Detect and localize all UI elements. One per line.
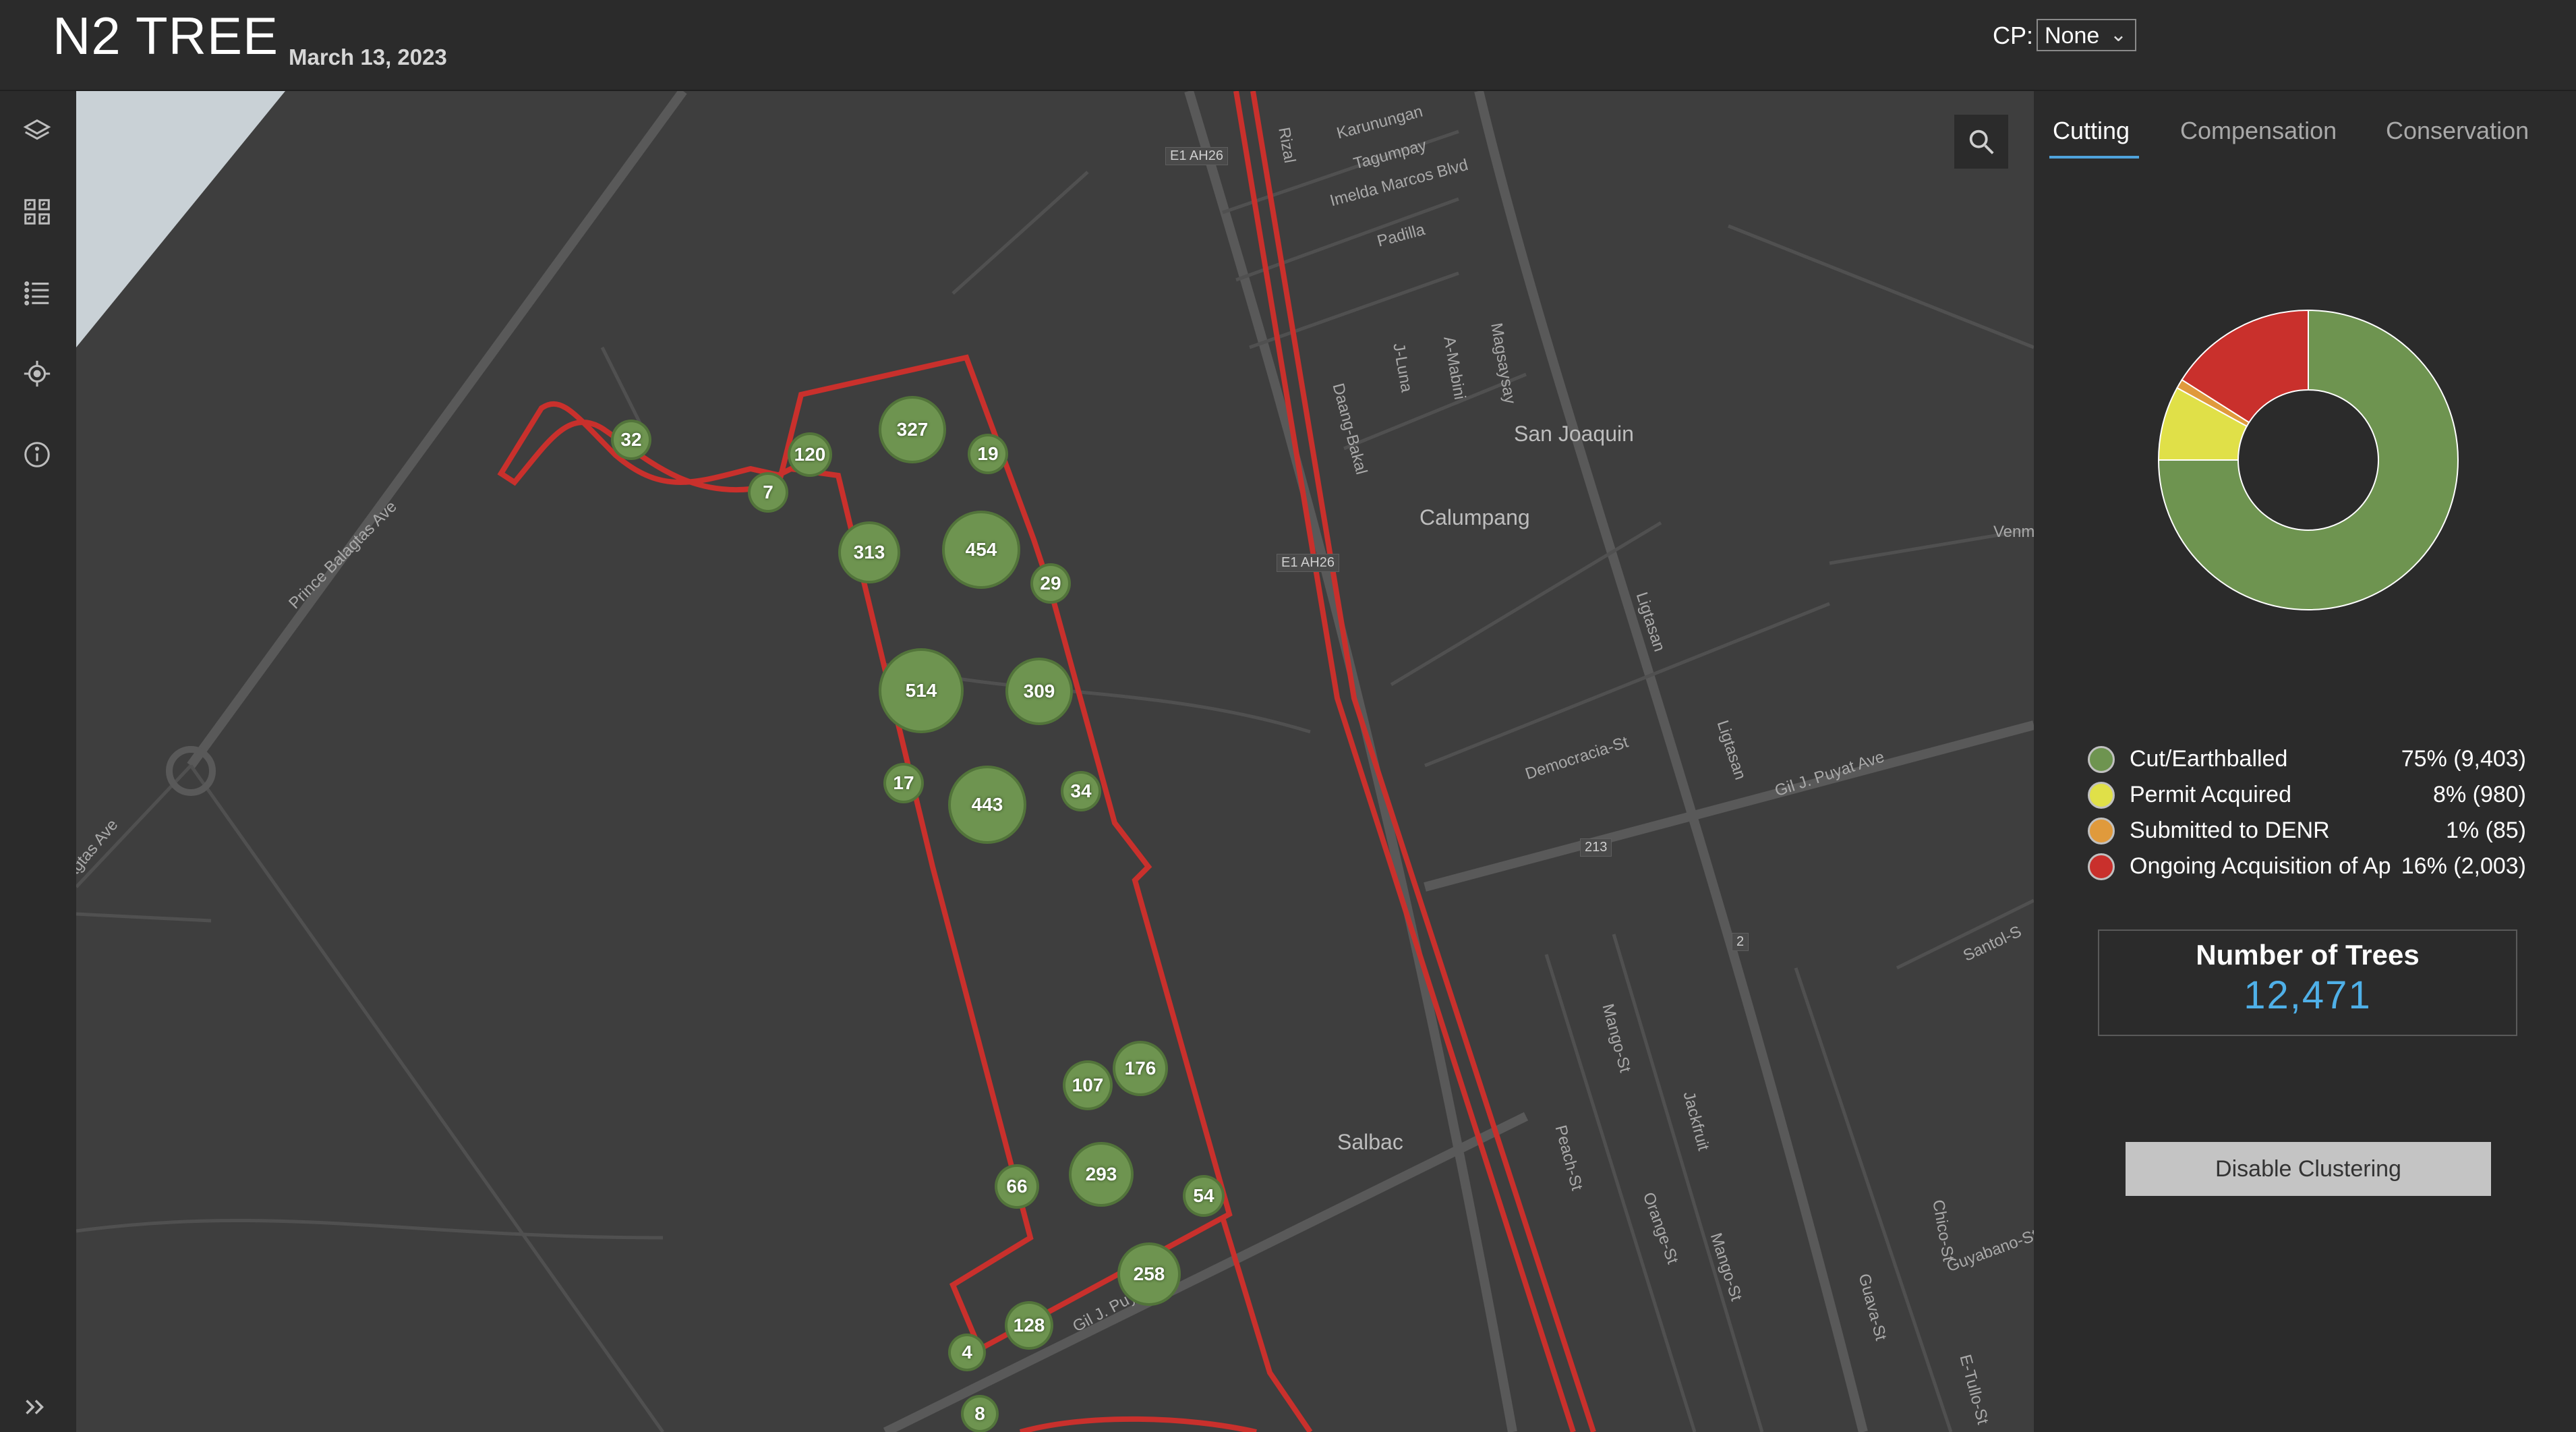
cluster-marker[interactable]: 34 — [1061, 771, 1101, 811]
map-view[interactable]: Prince Balagtas Ave agtas Ave Karunungan… — [76, 91, 2034, 1432]
search-icon — [1969, 130, 1994, 154]
legend-label: Submitted to DENR — [2130, 818, 2330, 843]
info-icon[interactable] — [16, 434, 58, 476]
place-label: San Joaquin — [1514, 422, 1634, 446]
legend-list-icon[interactable] — [16, 272, 58, 314]
app-title: N2 TREE — [53, 6, 279, 65]
route-shield: 213 — [1580, 838, 1612, 857]
legend-item: Submitted to DENR 1% (85) — [2088, 813, 2526, 849]
locate-icon[interactable] — [16, 353, 58, 395]
cluster-marker[interactable]: 29 — [1030, 563, 1071, 604]
water-area — [76, 91, 285, 347]
legend-item: Cut/Earthballed 75% (9,403) — [2088, 742, 2526, 777]
double-chevron-right-icon[interactable] — [13, 1386, 55, 1428]
cluster-marker[interactable]: 32 — [611, 420, 651, 460]
legend-label: Permit Acquired — [2130, 782, 2291, 807]
place-label: Calumpang — [1419, 505, 1530, 529]
street-label: Venma — [1993, 523, 2034, 541]
cluster-marker[interactable]: 107 — [1063, 1060, 1113, 1110]
legend-swatch — [2088, 818, 2115, 844]
legend-item: Permit Acquired 8% (980) — [2088, 778, 2526, 813]
map-search-button[interactable] — [1954, 115, 2008, 169]
cluster-marker[interactable]: 8 — [961, 1395, 999, 1432]
chevron-down-icon: ⌄ — [2109, 24, 2127, 46]
legend-value: 8% (980) — [2433, 782, 2526, 807]
cluster-marker[interactable]: 176 — [1113, 1041, 1168, 1096]
cluster-marker[interactable]: 7 — [748, 472, 788, 513]
stat-value: 12,471 — [2244, 973, 2372, 1017]
basemap-gallery-icon[interactable] — [16, 191, 58, 233]
route-shield: 2 — [1732, 933, 1749, 951]
cluster-marker[interactable]: 313 — [838, 521, 900, 583]
active-tab-indicator — [2049, 156, 2139, 159]
tab-compensation[interactable]: Compensation — [2180, 117, 2337, 145]
left-toolbar — [0, 91, 76, 1432]
route-shield: E1 AH26 — [1277, 554, 1339, 572]
app-header: N2 TREE March 13, 2023 CP: None ⌄ — [0, 0, 2576, 91]
legend-value: 16% (2,003) — [2401, 853, 2526, 879]
cluster-marker[interactable]: 66 — [995, 1164, 1039, 1209]
cluster-marker[interactable]: 17 — [883, 763, 924, 803]
number-of-trees-card: Number of Trees 12,471 — [2098, 929, 2517, 1036]
cluster-marker[interactable]: 54 — [1183, 1175, 1225, 1217]
cluster-marker[interactable]: 293 — [1069, 1142, 1134, 1207]
legend-value: 1% (85) — [2445, 818, 2526, 843]
legend-item: Ongoing Acquisition of Ap 16% (2,003) — [2088, 849, 2526, 884]
route-shield: E1 AH26 — [1165, 147, 1228, 165]
cluster-marker[interactable]: 120 — [788, 432, 832, 477]
legend-value: 75% (9,403) — [2401, 746, 2526, 772]
cluster-marker[interactable]: 258 — [1117, 1242, 1181, 1306]
cp-label: CP: — [1993, 22, 2034, 49]
cluster-marker[interactable]: 128 — [1005, 1301, 1053, 1350]
app-date: March 13, 2023 — [289, 45, 447, 69]
cluster-marker[interactable]: 327 — [879, 396, 946, 463]
disable-clustering-button[interactable]: Disable Clustering — [2126, 1142, 2491, 1196]
legend-swatch — [2088, 782, 2115, 809]
tab-cutting[interactable]: Cutting — [2053, 117, 2130, 145]
cluster-marker[interactable]: 514 — [879, 648, 964, 733]
stat-title: Number of Trees — [2196, 939, 2420, 971]
cluster-marker[interactable]: 309 — [1005, 658, 1073, 725]
legend-label: Ongoing Acquisition of Ap — [2130, 853, 2391, 879]
cluster-marker[interactable]: 454 — [942, 511, 1020, 589]
status-donut-chart[interactable] — [2153, 305, 2463, 615]
cluster-marker[interactable]: 19 — [968, 434, 1008, 474]
cluster-marker[interactable]: 443 — [948, 766, 1026, 844]
legend-swatch — [2088, 853, 2115, 880]
cp-select-value: None — [2045, 23, 2100, 49]
legend-swatch — [2088, 746, 2115, 773]
place-label: Salbac — [1337, 1130, 1403, 1154]
layers-icon[interactable] — [16, 110, 58, 152]
cluster-marker[interactable]: 4 — [948, 1334, 986, 1371]
legend-label: Cut/Earthballed — [2130, 746, 2288, 772]
cp-select[interactable]: None ⌄ — [2037, 19, 2136, 51]
tab-conservation[interactable]: Conservation — [2386, 117, 2529, 145]
